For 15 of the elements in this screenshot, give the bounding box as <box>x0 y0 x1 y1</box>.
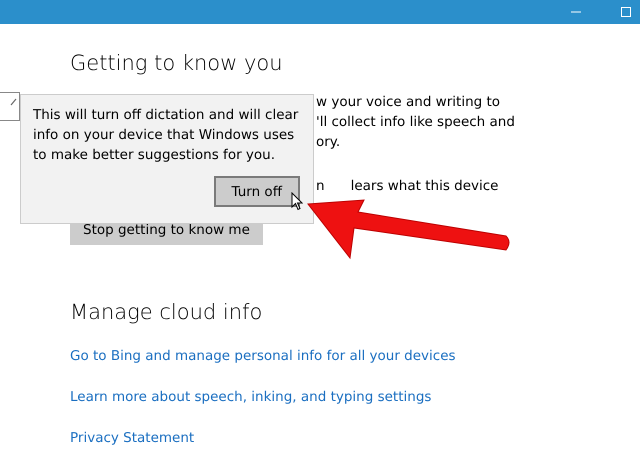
description-text: n <box>316 177 325 196</box>
link[interactable]: Go to Bing and manage personal info for all your devices <box>70 346 456 366</box>
section-heading: Manage cloud info <box>70 300 262 324</box>
flyout-message: This will turn off dictation and will clear info on your device that Windows uses to make better suggestions for you. <box>33 106 300 165</box>
turn-off-button[interactable]: Turn off <box>214 176 300 207</box>
link[interactable]: Learn more about speech, inking, and typing settings <box>70 387 432 407</box>
maximize-icon[interactable] <box>620 6 632 18</box>
cursor-icon <box>291 192 303 211</box>
description-text: 'll collect info like speech and <box>316 113 515 132</box>
section-heading: Getting to know you <box>70 51 283 75</box>
description-text: lears what this device <box>350 177 498 196</box>
search-field[interactable] <box>0 92 20 121</box>
description-text: ory. <box>316 133 342 152</box>
description-text: w your voice and writing to <box>316 93 502 112</box>
link[interactable]: Privacy Statement <box>70 428 194 448</box>
